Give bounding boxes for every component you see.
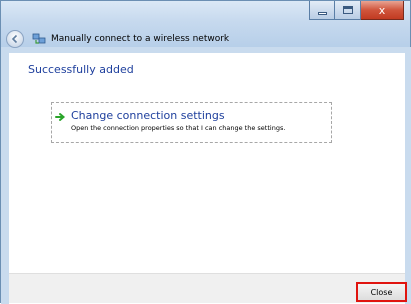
caption-buttons: x — [309, 1, 404, 20]
minimize-button[interactable] — [309, 1, 335, 20]
close-icon: x — [378, 3, 386, 17]
window-title: Manually connect to a wireless network — [51, 34, 230, 44]
minimize-icon — [317, 11, 327, 15]
window-right-frame — [405, 47, 411, 304]
wireless-network-icon — [32, 33, 46, 44]
dialog-window: x Manually connect to a wireless network… — [0, 0, 411, 304]
navigation-bar: Manually connect to a wireless network — [6, 30, 229, 48]
back-arrow-icon — [11, 34, 18, 44]
footer-bar — [9, 273, 405, 303]
page-heading: Successfully added — [28, 63, 134, 76]
content-area — [9, 53, 405, 273]
back-button[interactable] — [6, 30, 24, 48]
title-bar: x Manually connect to a wireless network — [1, 1, 410, 48]
close-button[interactable]: Close — [356, 282, 407, 302]
green-arrow-icon — [55, 113, 66, 121]
change-settings-description: Open the connection properties so that I… — [71, 124, 286, 132]
change-settings-link[interactable]: Change connection settings — [71, 109, 225, 122]
maximize-button[interactable] — [335, 1, 361, 20]
window-close-button[interactable]: x — [361, 1, 404, 20]
maximize-icon — [342, 6, 353, 14]
window-left-frame — [1, 47, 9, 304]
